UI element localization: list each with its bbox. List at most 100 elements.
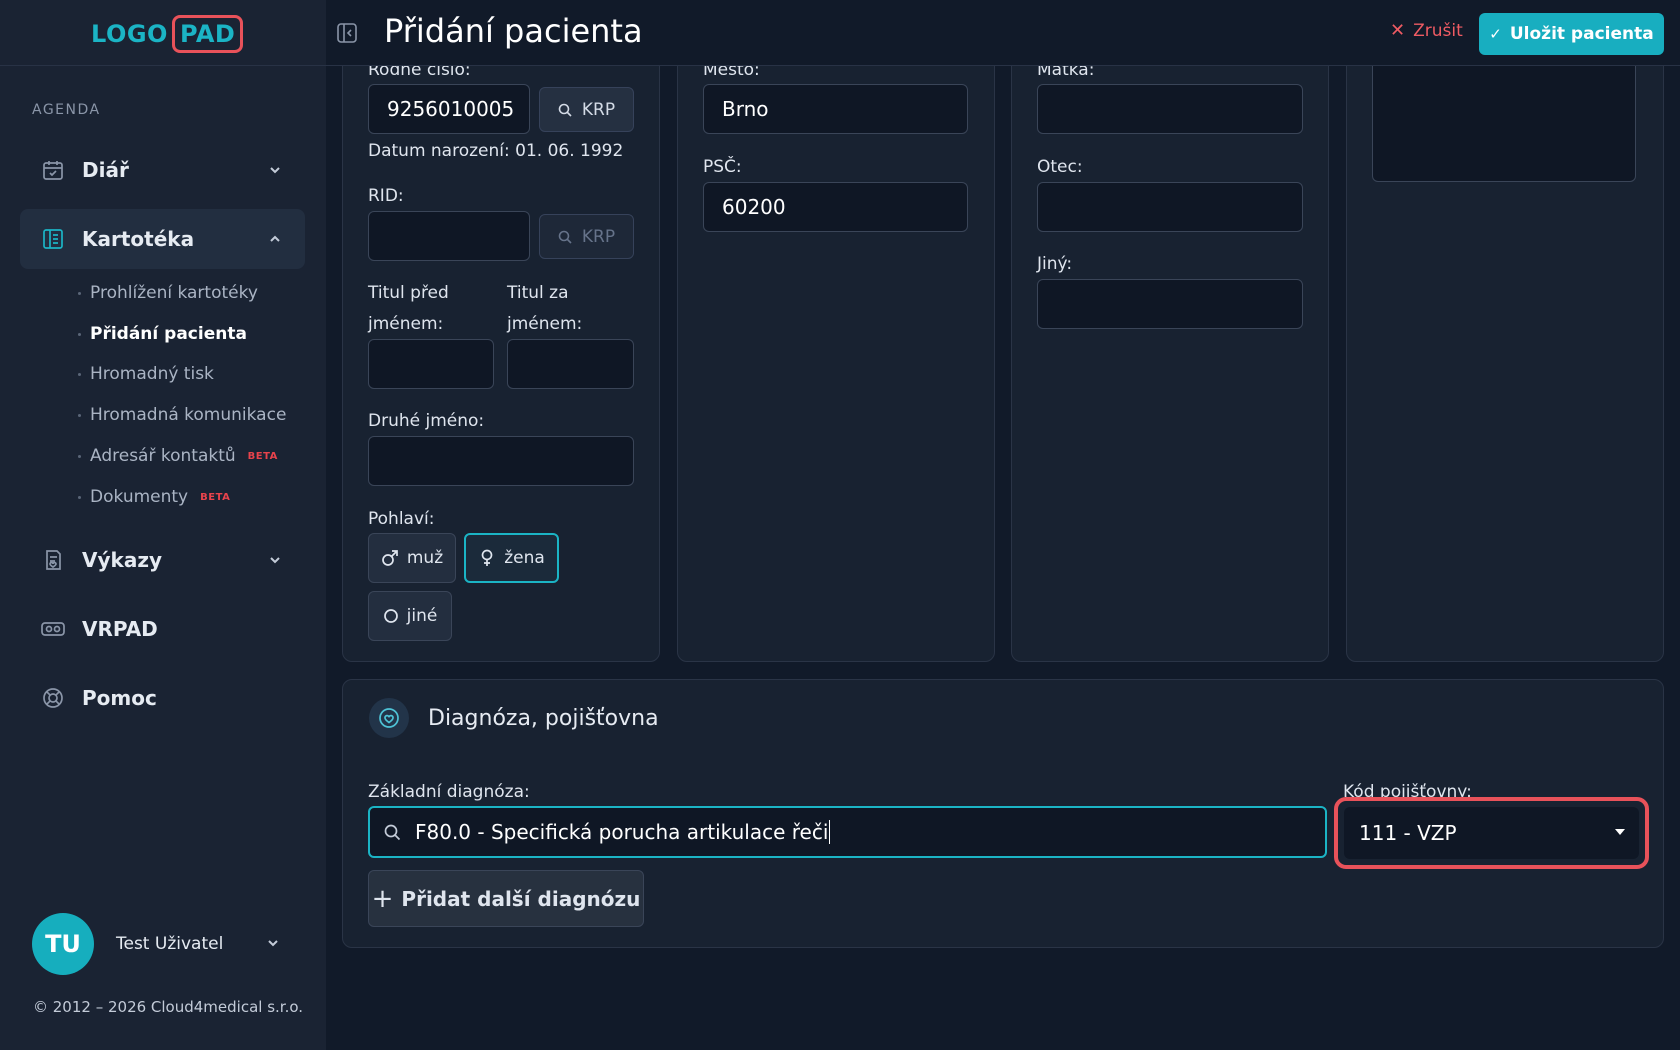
dropdown-arrow-icon	[1615, 829, 1625, 835]
sidebar-subitem-pridani-pacienta[interactable]: Přidání pacienta	[78, 324, 247, 344]
pohlavi-label: Pohlaví:	[368, 509, 435, 529]
subitem-label: Prohlížení kartotéky	[90, 283, 258, 303]
search-icon	[558, 103, 572, 117]
krp-label: KRP	[581, 226, 616, 247]
logo-text-1: LOGO	[91, 20, 168, 48]
rid-label: RID:	[368, 186, 404, 206]
female-icon	[481, 549, 493, 566]
cancel-label: Zrušit	[1413, 20, 1463, 41]
sidebar-item-vrpad[interactable]: VRPAD	[20, 599, 305, 659]
avatar: TU	[32, 913, 94, 975]
plus-icon: +	[371, 883, 394, 914]
titul-pred-label-2: jménem:	[368, 314, 444, 334]
sidebar-subitem-adresar-kontaktu[interactable]: Adresář kontaktů BETA	[78, 446, 278, 466]
circle-icon	[383, 609, 398, 623]
gender-male-button[interactable]: muž	[368, 533, 456, 583]
base-diagnosis-value: F80.0 - Specifická porucha artikulace ře…	[415, 820, 829, 844]
heart-shield-icon	[369, 698, 409, 738]
close-icon: ✕	[1390, 20, 1406, 41]
titul-za-label-2: jménem:	[507, 314, 583, 334]
titul-pred-input[interactable]	[368, 339, 494, 389]
subitem-label: Přidání pacienta	[90, 324, 247, 344]
sidebar-item-pomoc[interactable]: Pomoc	[20, 668, 305, 728]
base-diagnosis-label: Základní diagnóza:	[368, 782, 530, 802]
titul-za-label-1: Titul za	[507, 283, 569, 303]
header: Přidání pacienta ✕ Zrušit ✓ Uložit pacie…	[326, 0, 1680, 66]
check-icon: ✓	[1489, 25, 1502, 43]
insurance-value: 111 - VZP	[1359, 821, 1457, 845]
cancel-button[interactable]: ✕ Zrušit	[1390, 20, 1463, 41]
sidebar-item-label: Výkazy	[82, 548, 162, 572]
subitem-label: Hromadný tisk	[90, 364, 214, 384]
psc-input[interactable]: 60200	[703, 182, 968, 232]
beta-badge: BETA	[200, 491, 231, 503]
chevron-up-icon	[267, 231, 283, 247]
bullet-dot	[78, 413, 81, 417]
save-label: Uložit pacienta	[1509, 24, 1654, 44]
sidebar-item-diar[interactable]: Diář	[20, 140, 305, 200]
page-title: Přidání pacienta	[384, 12, 643, 50]
gender-label: muž	[406, 548, 444, 568]
gender-label: jiné	[406, 606, 438, 626]
report-icon	[40, 547, 66, 573]
chevron-down-icon	[266, 935, 280, 954]
gender-female-button[interactable]: žena	[464, 533, 559, 583]
sidebar-collapse-icon[interactable]	[336, 22, 358, 44]
titul-pred-label-1: Titul před	[368, 283, 449, 303]
book-icon	[40, 226, 66, 252]
add-diagnosis-button[interactable]: + Přidat další diagnózu	[368, 870, 644, 927]
bullet-dot	[78, 495, 81, 499]
datum-narozeni: Datum narození: 01. 06. 1992	[368, 141, 624, 161]
krp-label: KRP	[581, 99, 616, 120]
diagnosis-section-header: Diagnóza, pojišťovna	[369, 698, 659, 738]
copyright: © 2012 – 2026 Cloud4medical s.r.o.	[33, 998, 304, 1016]
jiny-label: Jiný:	[1037, 254, 1073, 274]
male-icon	[382, 550, 398, 566]
druhe-jmeno-input[interactable]	[368, 436, 634, 486]
logo[interactable]: LOGO PAD	[91, 13, 244, 55]
rid-input[interactable]	[368, 211, 530, 261]
sidebar-item-label: Pomoc	[82, 686, 157, 710]
bullet-dot	[78, 332, 81, 336]
beta-badge: BETA	[247, 450, 278, 462]
matka-input[interactable]	[1037, 84, 1303, 134]
insurance-select[interactable]: 111 - VZP	[1344, 807, 1639, 859]
user-menu[interactable]: TU Test Uživatel	[32, 913, 280, 975]
rodne-cislo-input[interactable]: 9256010005	[368, 84, 530, 134]
subitem-label: Dokumenty	[90, 487, 189, 507]
sidebar-item-vykazy[interactable]: Výkazy	[20, 530, 305, 590]
logo-text-2: PAD	[171, 15, 244, 53]
vr-headset-icon	[40, 616, 66, 642]
otec-input[interactable]	[1037, 182, 1303, 232]
sidebar-subitem-hromadna-komunikace[interactable]: Hromadná komunikace	[78, 405, 286, 425]
sidebar-subitem-prohlizeni[interactable]: Prohlížení kartotéky	[78, 283, 258, 303]
section-label-agenda: AGENDA	[32, 102, 101, 118]
chevron-down-icon	[267, 552, 283, 568]
bullet-dot	[78, 372, 81, 376]
gender-other-button[interactable]: jiné	[368, 591, 452, 641]
sidebar-subitem-dokumenty[interactable]: Dokumenty BETA	[78, 487, 230, 507]
sidebar-item-label: Diář	[82, 158, 129, 182]
krp-lookup-button[interactable]: KRP	[539, 87, 634, 132]
sidebar-item-kartoteka[interactable]: Kartotéka	[20, 209, 305, 269]
add-diagnosis-label: Přidat další diagnózu	[401, 886, 641, 911]
sidebar-subitem-hromadny-tisk[interactable]: Hromadný tisk	[78, 364, 214, 384]
gender-label: žena	[504, 548, 545, 568]
bullet-dot	[78, 291, 81, 295]
base-diagnosis-input[interactable]: F80.0 - Specifická porucha artikulace ře…	[368, 806, 1327, 858]
insurance-select-highlight: 111 - VZP	[1334, 797, 1649, 869]
chevron-down-icon	[267, 162, 283, 178]
mesto-input[interactable]: Brno	[703, 84, 968, 134]
search-icon	[384, 824, 401, 840]
calendar-check-icon	[40, 157, 66, 183]
krp-rid-button[interactable]: KRP	[539, 214, 634, 259]
bullet-dot	[78, 454, 81, 458]
search-icon	[558, 230, 572, 244]
jiny-input[interactable]	[1037, 279, 1303, 329]
diagnosis-section-title: Diagnóza, pojišťovna	[428, 705, 659, 731]
titul-za-input[interactable]	[507, 339, 634, 389]
sidebar: LOGO PAD AGENDA Diář Kartotéka Prohlížen…	[0, 0, 326, 1050]
subitem-label: Adresář kontaktů	[90, 446, 236, 466]
sidebar-item-label: VRPAD	[82, 617, 158, 641]
save-patient-button[interactable]: ✓ Uložit pacienta	[1479, 13, 1664, 55]
